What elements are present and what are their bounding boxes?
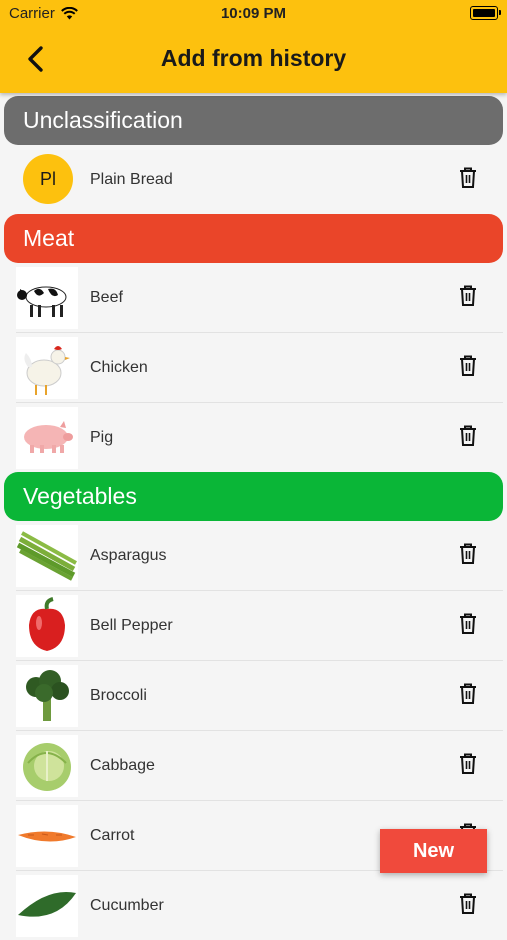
list-item[interactable]: Bell Pepper <box>16 591 503 661</box>
trash-icon[interactable] <box>459 893 477 915</box>
trash-icon[interactable] <box>459 543 477 565</box>
trash-icon[interactable] <box>459 355 477 377</box>
section-items: Asparagus Bell Pepper Broccoli Cabbage Carro… <box>0 521 507 940</box>
trash-icon[interactable] <box>459 167 477 189</box>
broccoli-icon <box>16 665 78 727</box>
item-label: Carrot <box>90 827 135 844</box>
item-label: Asparagus <box>90 547 167 564</box>
item-label: Plain Bread <box>90 171 173 188</box>
item-label: Cabbage <box>90 757 155 774</box>
list-item[interactable]: Broccoli <box>16 661 503 731</box>
trash-icon[interactable] <box>459 285 477 307</box>
section-items: Pl Plain Bread <box>0 145 507 214</box>
list-item[interactable]: Chicken <box>16 333 503 403</box>
asparagus-icon <box>16 525 78 587</box>
item-label: Beef <box>90 289 123 306</box>
section-header-vegetables: Vegetables <box>4 472 503 521</box>
carrot-icon <box>16 805 78 867</box>
trash-icon[interactable] <box>459 753 477 775</box>
status-bar: Carrier 10:09 PM <box>0 0 507 28</box>
cabbage-icon <box>16 735 78 797</box>
status-time: 10:09 PM <box>220 5 287 22</box>
page-title: Add from history <box>160 45 347 71</box>
item-label: Bell Pepper <box>90 617 173 634</box>
section-header-unclassification: Unclassification <box>4 96 503 145</box>
list-item[interactable]: Beef <box>16 263 503 333</box>
cow-icon <box>16 267 78 329</box>
avatar: Pl <box>23 154 73 204</box>
trash-icon[interactable] <box>459 425 477 447</box>
item-label: Cucumber <box>90 897 164 914</box>
section-header-meat: Meat <box>4 214 503 263</box>
list-item[interactable]: Pig <box>16 403 503 472</box>
history-list: Unclassification Pl Plain Bread Meat Beef Chi… <box>0 96 507 940</box>
new-button[interactable]: New <box>380 829 487 873</box>
list-item[interactable]: Cucumber <box>16 871 503 940</box>
item-label: Pig <box>90 429 114 446</box>
item-label: Broccoli <box>90 687 147 704</box>
pig-icon <box>16 407 78 469</box>
app-bar: Carrier 10:09 PM Add from history <box>0 0 507 93</box>
list-item[interactable]: Asparagus <box>16 521 503 591</box>
item-label: Chicken <box>90 359 148 376</box>
trash-icon[interactable] <box>459 683 477 705</box>
bell-pepper-icon <box>16 595 78 657</box>
cucumber-icon <box>16 875 78 937</box>
list-item[interactable]: Pl Plain Bread <box>16 145 503 214</box>
list-item[interactable]: Cabbage <box>16 731 503 801</box>
battery-icon <box>470 6 501 20</box>
trash-icon[interactable] <box>459 613 477 635</box>
chicken-icon <box>16 337 78 399</box>
section-items: Beef Chicken Pig <box>0 263 507 472</box>
